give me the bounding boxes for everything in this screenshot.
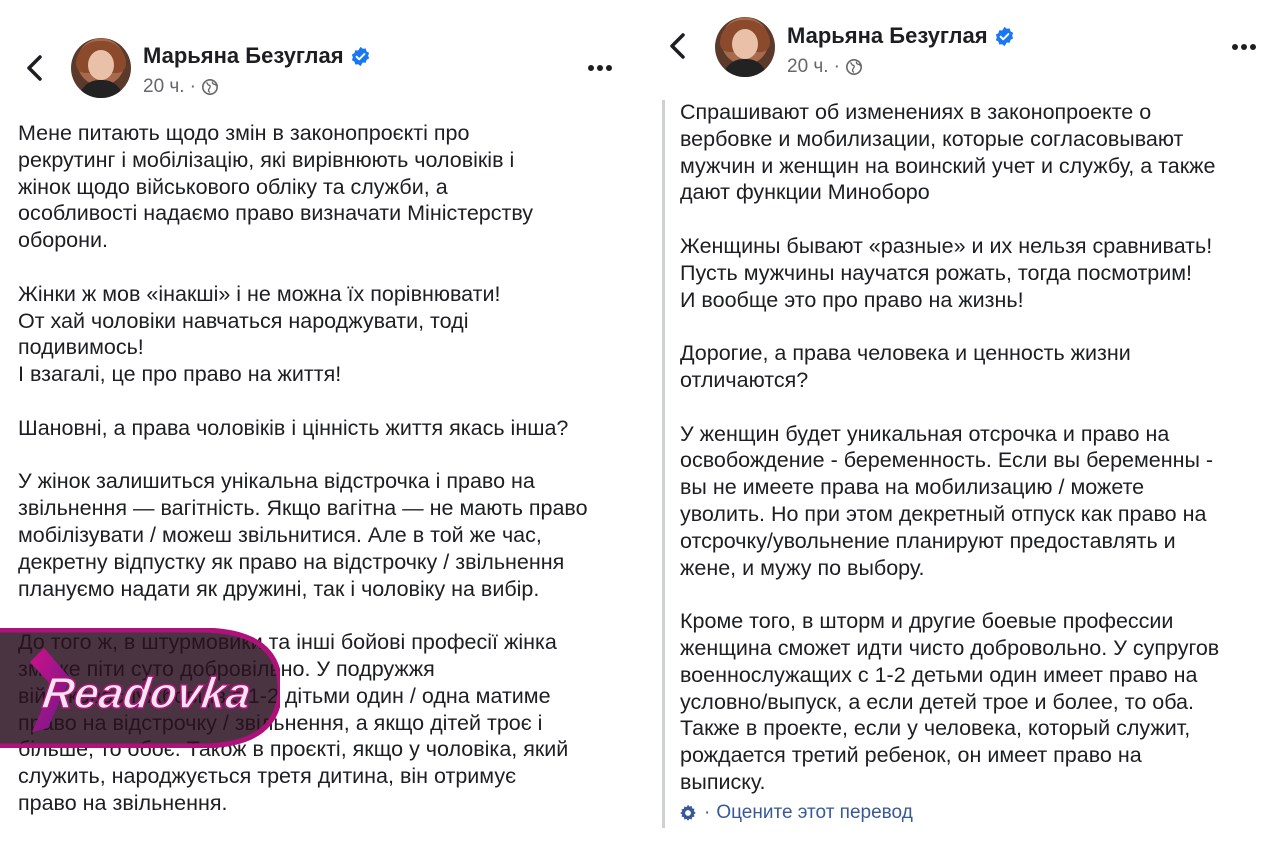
post-meta: 20 ч. ·	[787, 56, 863, 78]
author-name[interactable]: Марьяна Безуглая	[787, 23, 1015, 49]
more-options-button[interactable]	[1224, 32, 1264, 62]
rate-translation-link[interactable]: Оцените этот перевод	[716, 802, 912, 824]
avatar[interactable]	[71, 38, 131, 98]
translation-divider	[662, 100, 665, 828]
meta-separator: ·	[189, 76, 196, 97]
translated-post-text: Спрашивают об изменениях в законопроекте…	[680, 100, 1220, 794]
dot-icon	[1250, 44, 1256, 50]
back-button[interactable]	[15, 48, 55, 88]
more-options-button[interactable]	[580, 53, 620, 83]
author-name[interactable]: Марьяна Безуглая	[143, 43, 371, 69]
post-text: Мене питають щодо змін в законопроєкті п…	[18, 121, 588, 815]
dot-icon	[1232, 44, 1238, 50]
verified-badge-icon	[995, 26, 1013, 46]
dot-icon	[606, 65, 612, 71]
meta-separator: ·	[833, 56, 840, 77]
globe-icon	[201, 78, 218, 96]
verified-badge-icon	[351, 46, 369, 66]
dot-icon	[1241, 44, 1247, 50]
translate-separator: ·	[704, 802, 711, 823]
post-meta: 20 ч. ·	[143, 76, 219, 98]
author-name-text[interactable]: Марьяна Безуглая	[143, 43, 344, 69]
post-panel-left: Марьяна Безуглая 20 ч. · Мене питають що…	[0, 0, 640, 849]
dot-icon	[588, 65, 594, 71]
timestamp[interactable]: 20 ч.	[787, 56, 829, 78]
chevron-left-icon	[670, 33, 685, 59]
globe-icon	[845, 58, 862, 76]
chevron-left-icon	[27, 55, 42, 81]
back-button[interactable]	[658, 26, 698, 66]
post-panel-right: Марьяна Безуглая 20 ч. · Спрашивают об и…	[640, 0, 1280, 849]
dot-icon	[597, 65, 603, 71]
author-name-text[interactable]: Марьяна Безуглая	[787, 23, 988, 49]
timestamp[interactable]: 20 ч.	[143, 76, 185, 98]
avatar[interactable]	[715, 17, 775, 77]
gear-icon[interactable]	[678, 803, 698, 823]
translation-rating: · Оцените этот перевод	[678, 802, 913, 824]
